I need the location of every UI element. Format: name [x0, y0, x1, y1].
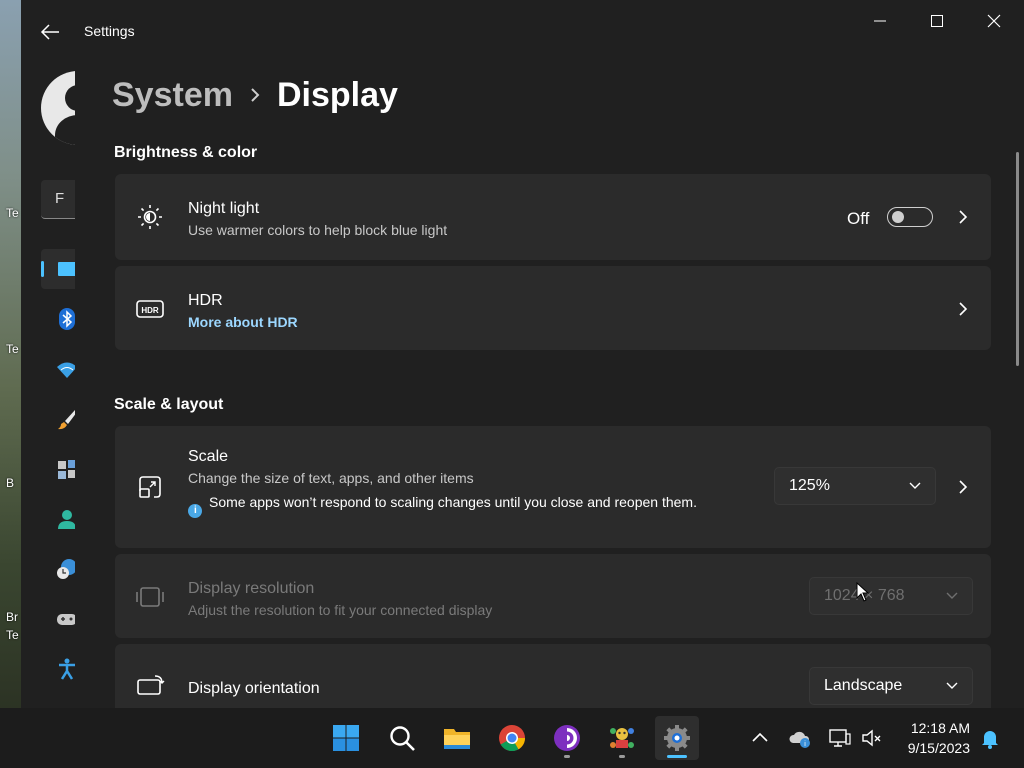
desktop-icon-label[interactable]: Te: [6, 342, 19, 356]
chevron-down-icon: [946, 592, 958, 599]
display-orientation-card[interactable]: Display orientation Landscape: [115, 644, 991, 708]
hdr-more-link[interactable]: More about HDR: [188, 314, 298, 330]
file-explorer-icon: [444, 729, 470, 749]
onedrive-icon[interactable]: i: [788, 726, 812, 750]
minimize-button[interactable]: [858, 8, 902, 34]
title-bar[interactable]: Settings: [21, 0, 1024, 64]
search-input-value: F: [55, 190, 65, 207]
chevron-right-icon: [959, 480, 968, 494]
maximize-button[interactable]: [915, 8, 959, 34]
minimize-icon: [874, 20, 886, 22]
app-icon: [610, 728, 634, 748]
hdr-card[interactable]: HDR HDR More about HDR: [115, 266, 991, 350]
hdr-title: HDR: [188, 292, 223, 309]
desktop-icon-label[interactable]: Te: [6, 206, 19, 220]
clock-time: 12:18 AM: [910, 720, 970, 736]
taskbar-app[interactable]: [600, 716, 644, 760]
breadcrumb-parent[interactable]: System: [112, 76, 233, 115]
night-light-state-label: Off: [847, 209, 870, 228]
close-button[interactable]: [972, 8, 1016, 34]
clock-date: 9/15/2023: [907, 740, 970, 756]
start-button[interactable]: [324, 716, 368, 760]
search-icon: [390, 726, 415, 751]
window-title: Settings: [84, 23, 135, 39]
resolution-icon: [136, 587, 164, 607]
night-light-card[interactable]: Night light Use warmer colors to help bl…: [115, 174, 991, 260]
active-app-indicator: [667, 755, 687, 758]
info-icon: i: [188, 504, 202, 518]
orientation-dropdown[interactable]: Landscape: [809, 667, 973, 705]
chevron-right-icon: [959, 302, 968, 316]
hdr-icon: HDR: [136, 300, 164, 318]
volume-muted-icon[interactable]: [860, 726, 884, 750]
svg-text:HDR: HDR: [141, 306, 159, 315]
chevron-down-icon: [946, 682, 958, 689]
tor-browser-icon: [554, 725, 580, 751]
taskbar-search-button[interactable]: [380, 716, 424, 760]
scale-title: Scale: [188, 448, 229, 465]
taskbar-file-explorer[interactable]: [435, 716, 479, 760]
main-content: System Display Brightness & color Night …: [75, 64, 995, 708]
desktop-icon-label[interactable]: B: [6, 476, 14, 490]
back-button[interactable]: [37, 20, 63, 44]
taskbar-settings[interactable]: [655, 716, 699, 760]
running-indicator: [564, 755, 570, 758]
section-title-brightness: Brightness & color: [114, 144, 258, 161]
night-light-icon: [138, 205, 162, 229]
resolution-title: Display resolution: [188, 580, 315, 597]
scale-icon: [139, 476, 161, 498]
resolution-subtitle: Adjust the resolution to fit your connec…: [188, 602, 493, 618]
resolution-dropdown: 1024 × 768: [809, 577, 973, 615]
chevron-right-icon: [959, 210, 968, 224]
chevron-up-icon[interactable]: [748, 726, 772, 750]
nav-selection-indicator: [41, 261, 44, 277]
desktop-icon-label[interactable]: Te: [6, 628, 19, 642]
scale-dropdown[interactable]: 125%: [774, 467, 936, 505]
desktop-icon-label[interactable]: Br: [6, 610, 18, 624]
settings-window: Settings F System Display Brightness & c…: [21, 0, 1024, 708]
scale-card[interactable]: Scale Change the size of text, apps, and…: [115, 426, 991, 548]
night-light-subtitle: Use warmer colors to help block blue lig…: [188, 222, 448, 238]
breadcrumb-chevron-icon: [251, 88, 260, 102]
night-light-title: Night light: [188, 200, 260, 217]
section-title-scale: Scale & layout: [114, 396, 224, 413]
scale-info-text: Some apps won’t respond to scaling chang…: [209, 494, 697, 510]
vertical-scrollbar[interactable]: [1016, 152, 1019, 366]
notification-bell-icon[interactable]: [978, 726, 1002, 750]
orientation-dropdown-value: Landscape: [824, 677, 903, 694]
taskbar-clock[interactable]: 12:18 AM 9/15/2023: [896, 718, 970, 758]
taskbar-tor-browser[interactable]: [545, 716, 589, 760]
running-indicator: [619, 755, 625, 758]
back-arrow-icon: [40, 24, 59, 40]
orientation-title: Display orientation: [188, 680, 320, 697]
taskbar-chrome[interactable]: [490, 716, 534, 760]
mouse-cursor-icon: [856, 582, 870, 602]
settings-icon: [664, 725, 690, 751]
chevron-down-icon: [909, 482, 921, 489]
windows-start-icon: [333, 725, 359, 751]
scale-subtitle: Change the size of text, apps, and other…: [188, 470, 474, 486]
taskbar: i 12:18 AM 9/15/2023: [0, 708, 1024, 768]
orientation-icon: [137, 675, 165, 695]
chrome-icon: [499, 725, 526, 752]
page-title: Display: [277, 76, 398, 114]
maximize-icon: [931, 15, 943, 27]
toggle-knob: [892, 211, 904, 223]
scale-dropdown-value: 125%: [789, 477, 830, 494]
close-icon: [987, 14, 1001, 28]
night-light-toggle[interactable]: [887, 207, 933, 227]
network-icon[interactable]: [828, 726, 852, 750]
